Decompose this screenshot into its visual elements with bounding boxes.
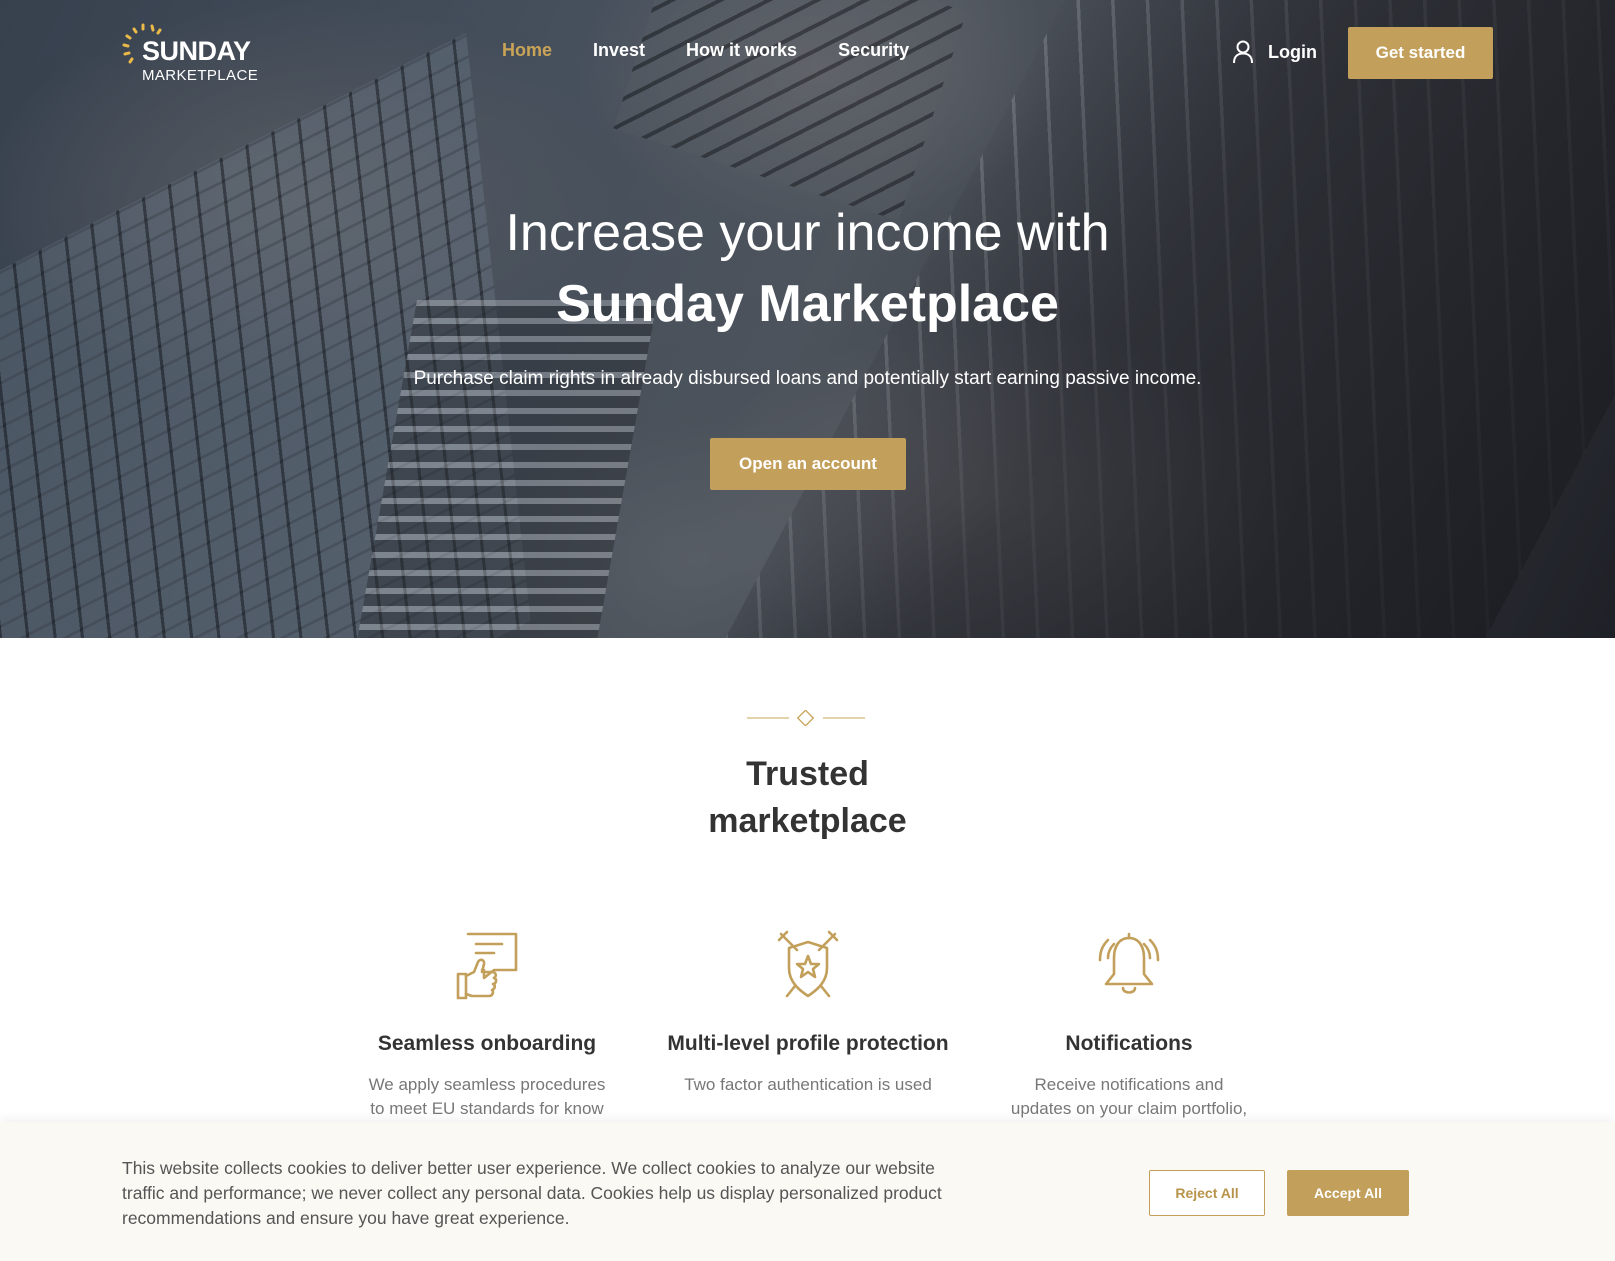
open-account-button[interactable]: Open an account — [710, 438, 906, 490]
main-menu: Home Invest How it works Security — [502, 40, 909, 61]
brand-tagline: MARKETPLACE — [142, 67, 259, 84]
nav-home[interactable]: Home — [502, 40, 552, 61]
user-icon — [1233, 40, 1253, 64]
hero-title-line1: Increase your income with — [505, 204, 1110, 262]
accept-all-button[interactable]: Accept All — [1287, 1170, 1409, 1216]
bell-icon — [1098, 932, 1160, 994]
shield-swords-icon — [777, 930, 839, 998]
hero-subtitle: Purchase claim rights in already disburs… — [413, 368, 1202, 389]
login-label: Login — [1268, 41, 1317, 62]
feature-text: Two factor authentication is used — [684, 1075, 932, 1094]
feature-seamless-onboarding: Seamless onboarding We apply seamless pr… — [337, 930, 637, 1121]
brand-name: SUNDAY — [142, 36, 251, 66]
get-started-button[interactable]: Get started — [1348, 27, 1493, 79]
feature-title: Notifications — [1065, 1032, 1193, 1055]
section-divider-icon — [747, 710, 865, 726]
login-link[interactable]: Login — [1232, 40, 1317, 64]
nav-security[interactable]: Security — [838, 40, 909, 61]
cookie-message: This website collects cookies to deliver… — [122, 1158, 942, 1228]
top-navigation: SUNDAY MARKETPLACE Home Invest How it wo… — [0, 0, 1615, 104]
brand-logo[interactable]: SUNDAY MARKETPLACE — [122, 22, 262, 86]
thumbs-up-chat-icon — [456, 932, 518, 1000]
nav-how-it-works[interactable]: How it works — [686, 40, 797, 61]
features-row: Seamless onboarding We apply seamless pr… — [0, 930, 1615, 1130]
feature-profile-protection: Multi-level profile protection Two facto… — [658, 930, 958, 1097]
feature-title: Seamless onboarding — [377, 1032, 597, 1055]
section-title-line1: Trusted — [746, 755, 869, 793]
feature-title: Multi-level profile protection — [667, 1032, 949, 1055]
section-title-line2: marketplace — [708, 802, 907, 840]
feature-text: Receive notifications and updates on you… — [1010, 1075, 1248, 1118]
feature-text: We apply seamless procedures to meet EU … — [368, 1075, 606, 1118]
cookie-banner: This website collects cookies to deliver… — [0, 1122, 1615, 1261]
feature-notifications: Notifications Receive notifications and … — [979, 930, 1279, 1121]
reject-all-button[interactable]: Reject All — [1149, 1170, 1265, 1216]
hero-section: SUNDAY MARKETPLACE Home Invest How it wo… — [0, 0, 1615, 638]
hero-title-line2: Sunday Marketplace — [556, 275, 1059, 333]
nav-invest[interactable]: Invest — [593, 40, 645, 61]
